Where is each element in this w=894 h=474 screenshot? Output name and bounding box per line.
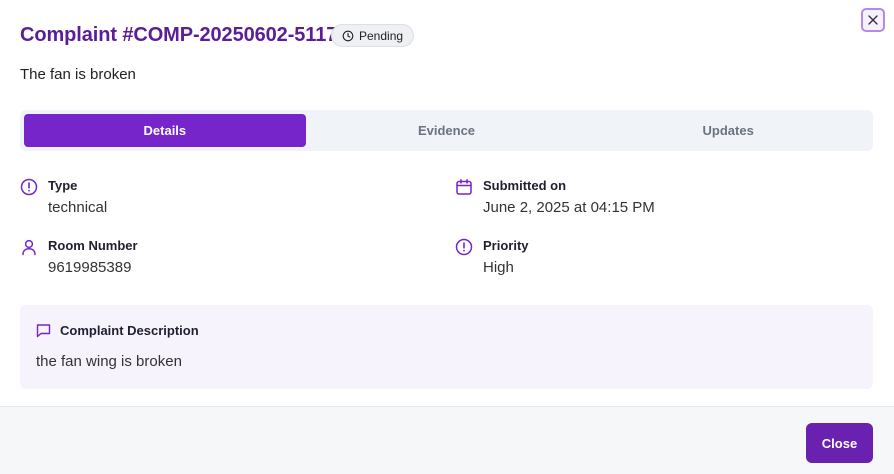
user-icon	[22, 239, 36, 256]
description-panel: Complaint Description the fan wing is br…	[20, 305, 873, 389]
close-button[interactable]: Close	[806, 423, 873, 463]
room-label: Room Number	[48, 238, 138, 253]
tab-details[interactable]: Details	[24, 114, 306, 147]
modal-footer: Close	[0, 406, 894, 474]
alert-circle-icon	[455, 238, 473, 256]
tab-bar: Details Evidence Updates	[20, 110, 873, 151]
status-label: Pending	[359, 28, 404, 43]
submitted-value: June 2, 2025 at 04:15 PM	[483, 199, 655, 216]
field-submitted: Submitted on June 2, 2025 at 04:15 PM	[455, 178, 655, 216]
clock-icon	[342, 30, 354, 41]
submitted-label: Submitted on	[483, 178, 567, 193]
field-priority: Priority High	[455, 238, 529, 276]
field-room: Room Number 9619985389	[20, 238, 138, 276]
tab-evidence[interactable]: Evidence	[306, 114, 588, 147]
page-title: Complaint #COMP-20250602-5117	[20, 24, 338, 46]
description-text: the fan wing is broken	[36, 353, 182, 370]
complaint-modal: Complaint #COMP-20250602-5117 Pending Th…	[0, 0, 894, 474]
calendar-icon	[456, 179, 472, 195]
field-type: Type technical	[20, 178, 107, 216]
type-value: technical	[48, 199, 108, 216]
description-heading: Complaint Description	[60, 323, 199, 338]
type-label: Type	[48, 178, 78, 193]
status-badge: Pending	[331, 24, 415, 47]
priority-label: Priority	[483, 238, 529, 253]
description-header: Complaint Description	[36, 323, 199, 338]
tab-updates[interactable]: Updates	[587, 114, 869, 147]
complaint-subtitle: The fan is broken	[20, 66, 136, 83]
room-value: 9619985389	[48, 259, 132, 276]
close-icon[interactable]	[861, 8, 885, 32]
priority-value: High	[483, 259, 514, 276]
alert-circle-icon	[20, 178, 38, 196]
message-square-icon	[36, 324, 51, 338]
